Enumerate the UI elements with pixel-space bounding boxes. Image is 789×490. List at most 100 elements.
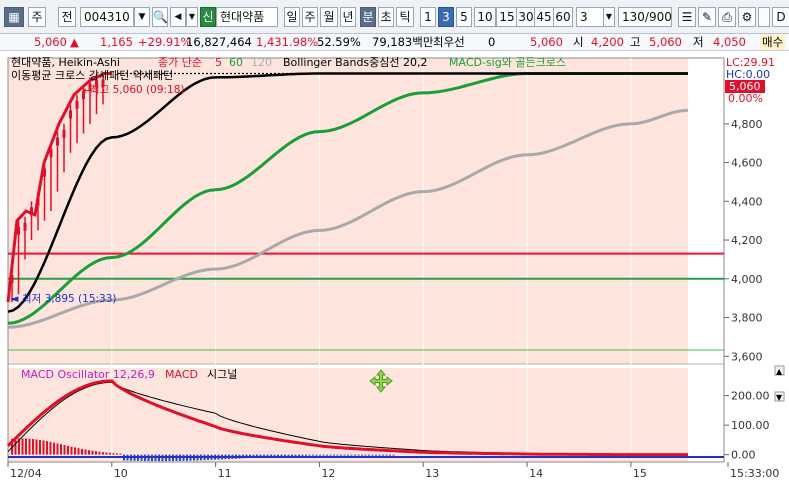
candle-body <box>43 168 46 177</box>
oscillator-bar <box>25 438 27 455</box>
buy-label[interactable]: 매수 <box>760 34 786 50</box>
speaker-icon[interactable]: ◀ <box>170 7 186 27</box>
scroll-up-icon: ▲ <box>776 367 783 376</box>
macd-tick-label: 100.00 <box>731 419 770 432</box>
oscillator-bar <box>119 453 122 455</box>
oscillator-bar <box>319 454 321 456</box>
interval-3-button[interactable]: 3 <box>438 7 454 27</box>
oscillator-bar <box>371 454 374 456</box>
volume-pct: 1,431.98% <box>256 35 319 49</box>
interval-60-button[interactable]: 60 <box>553 7 573 27</box>
low-label: 저 <box>693 35 704 49</box>
oscillator-bar <box>105 452 108 455</box>
new-tag[interactable]: 신 <box>200 7 216 27</box>
interval-10-button[interactable]: 10 <box>474 7 496 27</box>
time-tick-label: 15:33:00 <box>730 467 779 480</box>
volume: 16,827,464 <box>186 35 252 49</box>
oscillator-bar <box>305 454 307 456</box>
oscillator-bar <box>70 446 73 455</box>
ask-price: 5,060 <box>530 35 563 49</box>
legend-macd-sig: MACD-sig와 골든크로스 <box>449 56 566 69</box>
oscillator-bar <box>378 454 381 456</box>
time-tick-label: 10 <box>114 467 128 480</box>
interval-30-button[interactable]: 30 <box>516 7 536 27</box>
oscillator-bar <box>361 454 363 456</box>
candle-body <box>62 129 66 138</box>
time-tick-label: 11 <box>218 467 232 480</box>
oscillator-bar <box>116 453 118 455</box>
interval-5-button[interactable]: 5 <box>456 7 472 27</box>
period-tick-button[interactable]: 틱 <box>396 7 414 27</box>
search-icon[interactable]: 🔍 <box>152 7 168 27</box>
oscillator-bar <box>333 454 335 456</box>
period-minute-button[interactable]: 분 <box>360 7 376 27</box>
interval-15-button[interactable]: 15 <box>496 7 518 27</box>
oscillator-bar <box>84 449 87 455</box>
max-note: 최고 5,060 (09:18) <box>90 84 185 96</box>
oscillator-bar <box>364 454 367 456</box>
oscillator-bar <box>336 454 339 456</box>
low-price: 4,050 <box>713 35 746 49</box>
oscillator-bar <box>329 454 332 456</box>
stock-code-input[interactable]: 004310 <box>80 7 134 27</box>
time-tick-label: 15 <box>633 467 647 480</box>
price-tick-label: 4,600 <box>731 157 763 170</box>
min-arrow-icon: ◄ <box>10 292 19 305</box>
candle-body <box>10 275 14 284</box>
interval-1-button[interactable]: 1 <box>420 7 436 27</box>
print-icon[interactable]: ⎙ <box>718 7 736 27</box>
oscillator-bar <box>32 439 34 455</box>
trade-amount: 79,183백만 <box>372 35 434 49</box>
settings-icon[interactable]: ⚙ <box>738 7 756 27</box>
price-tick-label: 4,000 <box>731 273 763 286</box>
oscillator-bar <box>102 452 104 455</box>
period-week-button[interactable]: 주 <box>302 7 318 27</box>
legend-pattern: 이동평균 크로스 강세패턴 약세패턴 <box>11 68 173 82</box>
oscillator-bar <box>77 448 80 455</box>
current-pct-label: 0.00% <box>728 92 763 105</box>
candle-body <box>23 222 27 231</box>
chart-area[interactable]: 현대약품, Heikin-Ashi 종가 단순 5 60 120 Bolling… <box>0 52 789 490</box>
chart-icon[interactable]: ▦ <box>4 7 24 27</box>
oscillator-bar <box>109 452 111 455</box>
chart-svg[interactable]: 현대약품, Heikin-Ashi 종가 단순 5 60 120 Bolling… <box>0 52 789 490</box>
oscillator-bar <box>95 451 97 455</box>
quote-bar: 5,060 ▲ 1,165 +29.91% 16,827,464 1,431.9… <box>0 34 789 51</box>
candle-style-icon[interactable]: ☰ <box>678 7 696 27</box>
max-arrow-icon: ← <box>83 84 92 97</box>
period-month-button[interactable]: 월 <box>320 7 338 27</box>
legend-bollinger: Bollinger Bands중심선 20,2 <box>283 56 428 69</box>
oscillator-bar <box>315 454 318 456</box>
legend-ma60: 60 <box>229 56 243 69</box>
oscillator-bar <box>63 445 66 455</box>
time-tick-label: 13 <box>425 467 439 480</box>
oscillator-bar <box>56 443 59 455</box>
candle-body <box>49 149 53 158</box>
oscillator-bar <box>112 453 115 455</box>
interval-45-button[interactable]: 45 <box>534 7 554 27</box>
candle-body <box>75 100 79 109</box>
speaker-dropdown-icon[interactable]: ▼ <box>186 7 198 27</box>
count-field[interactable]: 130/900 <box>618 7 672 27</box>
oscillator-bar <box>28 438 31 455</box>
checkbox[interactable] <box>758 7 770 27</box>
candle-body <box>56 137 59 146</box>
interval-dropdown-icon[interactable]: ▼ <box>603 7 615 27</box>
legend-ma120: 120 <box>251 56 272 69</box>
oscillator-bar <box>368 454 370 456</box>
crosshair-icon[interactable]: ✎ <box>698 7 716 27</box>
high-label: 고 <box>630 35 641 49</box>
prev-button[interactable]: 전 <box>58 7 76 27</box>
oscillator-bar <box>375 454 377 456</box>
period-year-button[interactable]: 년 <box>340 7 356 27</box>
box-toggle-button[interactable]: 주 <box>28 7 46 27</box>
time-tick-label: 12 <box>321 467 335 480</box>
count-max: /900 <box>644 10 672 24</box>
oscillator-bar <box>67 445 69 455</box>
code-dropdown-icon[interactable]: ▼ <box>134 7 150 27</box>
open-label: 시 <box>573 35 584 49</box>
oscillator-bar <box>49 441 52 455</box>
period-day-button[interactable]: 일 <box>284 7 300 27</box>
period-second-button[interactable]: 초 <box>378 7 394 27</box>
last-button[interactable]: D <box>772 7 789 27</box>
